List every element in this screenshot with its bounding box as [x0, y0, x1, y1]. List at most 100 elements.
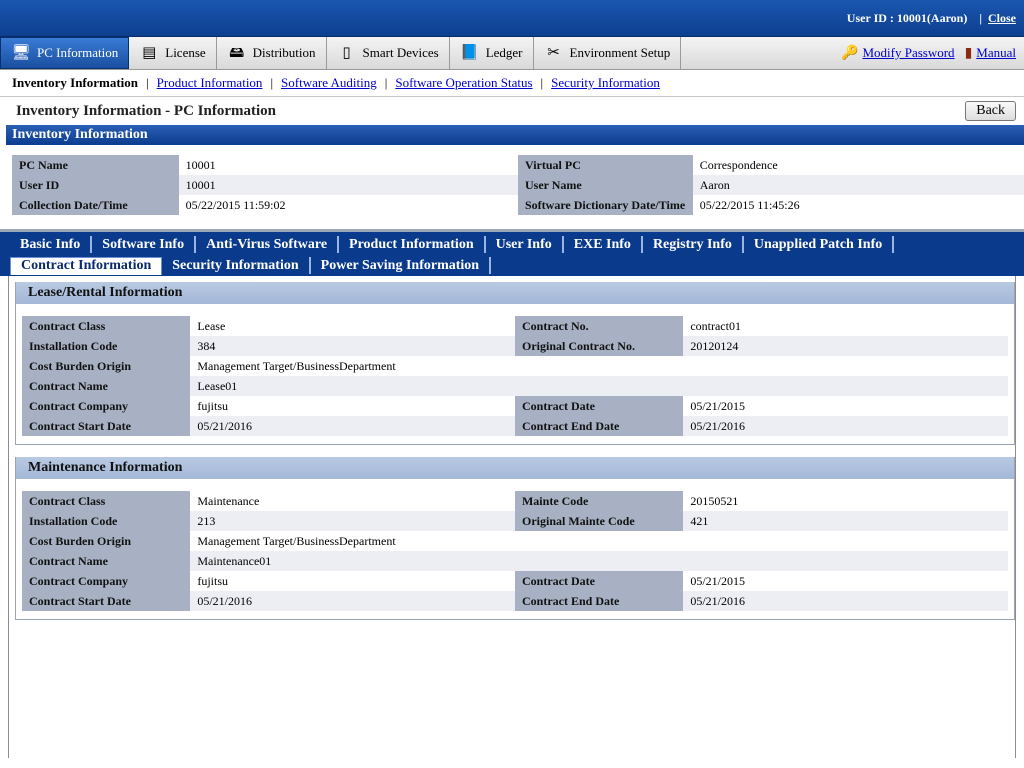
field-label: Installation Code	[22, 511, 191, 531]
submenu-link-product-information[interactable]: Product Information	[157, 75, 263, 91]
table-row: Contract Class Maintenance Mainte Code 2015…	[22, 491, 1008, 511]
table-row: Cost Burden Origin Management Target/Busi…	[22, 531, 1008, 551]
maintenance-table: Contract Class Maintenance Mainte Code 2015…	[22, 491, 1008, 611]
key-icon: 🔑	[841, 45, 859, 61]
field-label: Contract Date	[514, 571, 684, 591]
menu-item-label: PC Information	[37, 45, 119, 60]
field-value: 213	[190, 511, 515, 531]
field-value: 20150521	[683, 491, 1008, 511]
tab-row-2: Contract Information Security Information…	[10, 255, 1016, 276]
field-value: 05/21/2016	[190, 416, 515, 436]
field-value: fujitsu	[190, 396, 515, 416]
tab-contract-information[interactable]: Contract Information	[10, 256, 163, 275]
tabs-area: Basic Info Software Info Anti-Virus Softwa…	[0, 229, 1024, 758]
field-label: Collection Date/Time	[12, 195, 179, 215]
menu-item-label: Ledger	[485, 45, 523, 60]
table-row: Contract Company fujitsu Contract Date 05/2…	[22, 396, 1008, 416]
distribution-icon: 🖴	[229, 45, 245, 61]
field-value: Maintenance	[190, 491, 515, 511]
table-row: Contract Class Lease Contract No. contract0…	[22, 316, 1008, 336]
field-value: Maintenance01	[190, 551, 1008, 571]
menu-item-distribution[interactable]: 🖴 Distribution	[217, 37, 327, 69]
field-value: Lease01	[190, 376, 1008, 396]
field-value: 10001	[178, 175, 518, 195]
manual-link[interactable]: Manual	[976, 45, 1016, 61]
submenu-link-software-operation-status[interactable]: Software Operation Status	[395, 75, 532, 91]
tab-registry-info[interactable]: Registry Info	[643, 236, 744, 253]
tab-row-1: Basic Info Software Info Anti-Virus Softwa…	[10, 234, 1016, 255]
tab-basic-info[interactable]: Basic Info	[10, 236, 93, 253]
menu-item-label: Smart Devices	[362, 45, 439, 60]
field-value: 05/21/2016	[683, 416, 1008, 436]
user-id-label: User ID : 10001(Aaron)	[846, 10, 968, 25]
manual-book-icon: ▮	[964, 45, 973, 61]
field-label: Contract Class	[22, 316, 191, 336]
tab-security-information[interactable]: Security Information	[162, 257, 311, 274]
field-label: Contract End Date	[514, 591, 684, 611]
field-label: Contract Company	[22, 396, 191, 416]
ledger-icon: 📘	[460, 45, 480, 61]
field-label: Contract Name	[22, 376, 191, 396]
pc-icon: 🖥	[11, 45, 31, 61]
page-title-bar: Inventory Information - PC Information B…	[0, 97, 1024, 125]
submenu-separator: |	[384, 75, 388, 90]
submenu-current: Inventory Information	[12, 75, 139, 90]
field-label: Software Dictionary Date/Time	[517, 195, 693, 215]
field-label: Original Mainte Code	[514, 511, 684, 531]
submenu-link-software-auditing[interactable]: Software Auditing	[281, 75, 377, 91]
menu-item-environment-setup[interactable]: ✂ Environment Setup	[534, 37, 682, 69]
inventory-table-wrap: PC Name 10001 Virtual PC Correspondence User…	[12, 155, 1024, 215]
table-row: Contract Start Date 05/21/2016 Contract En…	[22, 591, 1008, 611]
field-label: User ID	[12, 175, 179, 195]
submenu-link-security-information[interactable]: Security Information	[551, 75, 660, 91]
menu-item-smart-devices[interactable]: ▯ Smart Devices	[327, 37, 450, 69]
tab-unapplied-patch-info[interactable]: Unapplied Patch Info	[744, 236, 895, 253]
tab-product-information[interactable]: Product Information	[339, 236, 486, 253]
table-row: Collection Date/Time 05/22/2015 11:59:02 S…	[12, 195, 1024, 215]
field-value: 05/21/2016	[683, 591, 1008, 611]
table-row: Contract Start Date 05/21/2016 Contract En…	[22, 416, 1008, 436]
maintenance-panel: Maintenance Information Contract Class Ma…	[15, 457, 1015, 620]
menu-item-license[interactable]: ▤ License	[129, 37, 217, 69]
field-label: Virtual PC	[517, 155, 693, 175]
field-label: Contract Start Date	[22, 591, 191, 611]
table-row: Contract Name Maintenance01	[22, 551, 1008, 571]
menu-item-pc-information[interactable]: 🖥 PC Information	[0, 37, 130, 69]
field-label: Contract End Date	[514, 416, 684, 436]
field-value: 10001	[178, 155, 518, 175]
main-menu: 🖥 PC Information ▤ License 🖴 Distribution ▯ Sma…	[0, 37, 1024, 70]
field-label: User Name	[517, 175, 693, 195]
table-row: Contract Name Lease01	[22, 376, 1008, 396]
lease-panel: Lease/Rental Information Contract Class L…	[15, 282, 1015, 445]
submenu-separator: |	[146, 75, 149, 90]
field-label: Contract Company	[22, 571, 191, 591]
field-label: Cost Burden Origin	[22, 531, 191, 551]
tab-power-saving-information[interactable]: Power Saving Information	[311, 257, 492, 274]
inventory-table: PC Name 10001 Virtual PC Correspondence User…	[12, 155, 1024, 215]
field-value: Lease	[190, 316, 515, 336]
tab-software-info[interactable]: Software Info	[92, 236, 197, 253]
modify-password-link[interactable]: Modify Password	[862, 45, 954, 61]
separator: |	[979, 10, 982, 25]
tab-anti-virus-software[interactable]: Anti-Virus Software	[196, 236, 340, 253]
field-value: 05/22/2015 11:45:26	[692, 195, 1024, 215]
field-value: 05/22/2015 11:59:02	[178, 195, 518, 215]
license-icon: ▤	[142, 45, 157, 61]
page-title: Inventory Information - PC Information	[16, 102, 276, 119]
table-row: Contract Company fujitsu Contract Date 05/2…	[22, 571, 1008, 591]
field-value: fujitsu	[190, 571, 515, 591]
tab-user-info[interactable]: User Info	[486, 236, 564, 253]
back-button[interactable]: Back	[965, 101, 1016, 121]
field-value: 20120124	[683, 336, 1008, 356]
field-label: Contract Class	[22, 491, 191, 511]
tab-content: Lease/Rental Information Contract Class L…	[8, 276, 1016, 758]
close-link[interactable]: Close	[988, 11, 1016, 26]
table-row: User ID 10001 User Name Aaron	[12, 175, 1024, 195]
lease-table: Contract Class Lease Contract No. contract0…	[22, 316, 1008, 436]
menu-item-ledger[interactable]: 📘 Ledger	[450, 37, 534, 69]
submenu-separator: |	[540, 75, 544, 90]
field-label: Original Contract No.	[514, 336, 684, 356]
table-row: Cost Burden Origin Management Target/Busi…	[22, 356, 1008, 376]
tab-exe-info[interactable]: EXE Info	[564, 236, 643, 253]
menu-item-label: Environment Setup	[569, 45, 671, 60]
